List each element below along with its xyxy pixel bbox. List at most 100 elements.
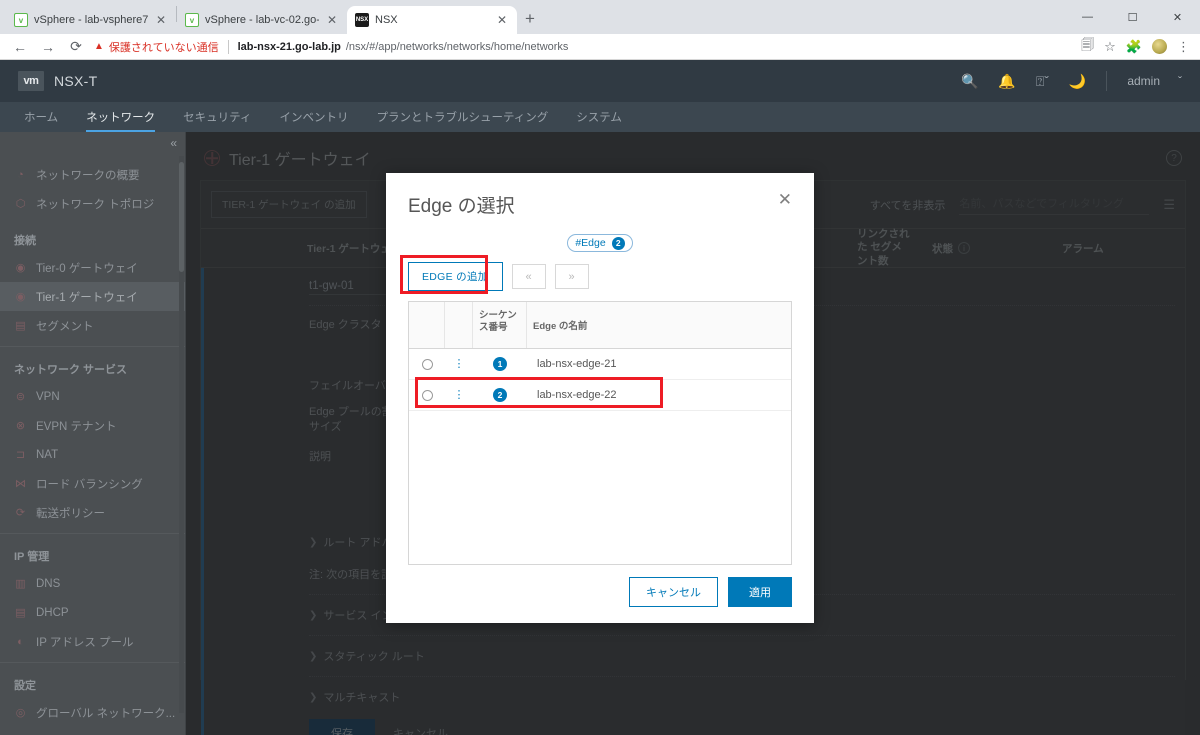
sidebar-item-dhcp[interactable]: ▤ DHCP — [0, 598, 185, 627]
sidebar-item-ip-address-pools[interactable]: ◐ IP アドレス プール — [0, 627, 185, 656]
maximize-button[interactable]: ☐ — [1110, 0, 1155, 34]
new-tab-button[interactable]: + — [525, 9, 535, 29]
move-up-button[interactable]: « — [511, 264, 546, 289]
chevron-right-icon: ❯ — [309, 650, 318, 662]
browser-tab-1[interactable]: v vSphere - lab-vsphere70-02-nsxt ✕ — [6, 6, 176, 34]
help-icon[interactable]: ⍰ˇ — [1036, 73, 1049, 90]
extensions-puzzle-icon[interactable]: 🧩 — [1126, 39, 1142, 55]
save-button[interactable]: 保存 — [309, 719, 375, 735]
filter-input[interactable]: 名前、パスなどでフィルタリング — [959, 195, 1150, 215]
window-close-button[interactable]: ✕ — [1155, 0, 1200, 34]
header-actions: 🔍 🔔 ⍰ˇ 🌙 admin ˇ — [961, 71, 1182, 91]
row-radio[interactable] — [421, 358, 433, 370]
move-down-button[interactable]: » — [554, 264, 589, 289]
panel-toolbar-right: すべてを非表示 名前、パスなどでフィルタリング ☰ — [870, 195, 1175, 215]
edge-count-chip-row: #Edge 2 — [408, 228, 792, 262]
kebab-menu-icon[interactable]: ⋮ — [454, 359, 465, 369]
edge-name: lab-nsx-edge-22 — [537, 389, 617, 401]
info-icon: i — [958, 242, 970, 254]
search-icon[interactable]: 🔍 — [961, 73, 978, 90]
url-path: /nsx/#/app/networks/networks/home/networ… — [345, 40, 569, 53]
kebab-menu-icon[interactable]: ⋮ — [1177, 39, 1190, 55]
sidebar-item-network-profiles[interactable]: ▢ ネットワーク プロファイル — [0, 727, 185, 735]
forward-icon[interactable]: → — [34, 35, 62, 59]
bell-icon[interactable]: 🔔 — [998, 73, 1015, 90]
browser-toolbar: ← → ⟳ ▲ 保護されていない通信 lab-nsx-21.go-lab.jp /… — [0, 34, 1200, 60]
dialog-header: Edge の選択 ✕ — [386, 173, 814, 222]
sidebar-item-segments[interactable]: ▤ セグメント — [0, 311, 185, 340]
close-icon[interactable]: ✕ — [778, 191, 792, 208]
dialog-cancel-button[interactable]: キャンセル — [629, 577, 718, 607]
nav-item-home[interactable]: ホーム — [10, 102, 72, 132]
browser-toolbar-actions: 🗐 ☆ 🧩 ⋮ — [1081, 36, 1194, 58]
sidebar-item-forwarding-policy[interactable]: ⟳ 転送ポリシー — [0, 498, 185, 527]
sidebar-item-network-overview[interactable]: ◔ ネットワークの概要 — [0, 160, 185, 189]
dialog-apply-button[interactable]: 適用 — [728, 577, 792, 607]
add-tier1-gateway-button[interactable]: TIER-1 ゲートウェイ の追加 — [211, 191, 367, 218]
user-menu[interactable]: admin ˇ — [1127, 74, 1182, 88]
add-edge-button[interactable]: EDGE の追加 — [408, 262, 503, 291]
row-radio[interactable] — [421, 389, 433, 401]
chevron-right-icon: ❯ — [309, 536, 318, 548]
close-icon[interactable]: ✕ — [325, 13, 339, 27]
sidebar-item-dns[interactable]: ▥ DNS — [0, 569, 185, 598]
dialog-footer: キャンセル 適用 — [386, 565, 814, 623]
nat-icon: ⊐ — [15, 449, 26, 461]
vmware-logo: vm — [18, 71, 44, 91]
sidebar-item-label: IP アドレス プール — [36, 636, 134, 649]
address-bar[interactable]: ▲ 保護されていない通信 lab-nsx-21.go-lab.jp/nsx/#/… — [94, 36, 1081, 58]
browser-tab-2[interactable]: v vSphere - lab-vc-02.go-lab.jp - U ✕ — [177, 6, 347, 34]
sidebar-scrollbar-thumb[interactable] — [179, 162, 184, 272]
browser-tab-3[interactable]: NSX NSX ✕ — [347, 6, 517, 34]
topology-icon: ⬡ — [15, 198, 26, 210]
close-icon[interactable]: ✕ — [495, 13, 509, 27]
sidebar-group-ip-management: IP 管理 — [14, 551, 50, 563]
sidebar-item-tier0-gateway[interactable]: ◉ Tier-0 ゲートウェイ — [0, 253, 185, 282]
sidebar-item-tier1-gateway[interactable]: ◉ Tier-1 ゲートウェイ — [0, 282, 185, 311]
divider — [309, 635, 1175, 637]
table-row[interactable]: ⋮ 2 lab-nsx-edge-22 — [409, 377, 791, 411]
table-row[interactable]: ⋮ 1 lab-nsx-edge-21 — [409, 349, 791, 380]
sidebar-item-load-balancing[interactable]: ⋈ ロード バランシング — [0, 469, 185, 498]
load-balancing-icon: ⋈ — [15, 478, 26, 490]
cancel-button[interactable]: キャンセル — [393, 725, 448, 735]
sidebar-item-network-topology[interactable]: ⬡ ネットワーク トポロジ — [0, 189, 185, 218]
nav-item-networking[interactable]: ネットワーク — [72, 102, 169, 132]
divider — [309, 676, 1175, 678]
reload-icon[interactable]: ⟳ — [62, 35, 90, 59]
user-name: admin — [1127, 74, 1160, 88]
chip-label: #Edge — [575, 237, 606, 249]
sidebar-item-global-networking[interactable]: ◎ グローバル ネットワーク... — [0, 698, 185, 727]
kebab-menu-icon[interactable]: ⋮ — [454, 390, 465, 400]
multicast-section[interactable]: ❯ マルチキャスト — [299, 681, 1185, 713]
product-name: NSX-T — [54, 73, 98, 89]
sidebar: « ◔ ネットワークの概要 ⬡ ネットワーク トポロジ 接続 ◉ Tier-0 … — [0, 132, 186, 735]
sidebar-item-evpn-tenant[interactable]: ⊗ EVPN テナント — [0, 411, 185, 440]
sidebar-item-nat[interactable]: ⊐ NAT — [0, 440, 185, 469]
profile-avatar[interactable] — [1152, 39, 1167, 54]
dark-mode-moon-icon[interactable]: 🌙 — [1069, 73, 1086, 90]
chip-count-badge: 2 — [611, 236, 625, 250]
help-icon[interactable]: ? — [1166, 150, 1182, 166]
minimize-button[interactable]: — — [1065, 0, 1110, 34]
nav-item-security[interactable]: セキュリティ — [169, 102, 265, 132]
sidebar-item-label: Tier-0 ゲートウェイ — [36, 262, 138, 275]
translate-icon[interactable]: 🗐 — [1081, 36, 1094, 58]
sidebar-collapse-icon[interactable]: « — [0, 132, 185, 154]
section-label: マルチキャスト — [323, 692, 401, 705]
bookmark-star-icon[interactable]: ☆ — [1104, 39, 1116, 55]
nav-item-system[interactable]: システム — [562, 102, 636, 132]
collapse-all-link[interactable]: すべてを非表示 — [870, 197, 946, 213]
static-routes-section[interactable]: ❯ スタティック ルート — [299, 640, 1185, 672]
col-sequence-number: シーケンス番号 — [473, 302, 527, 348]
back-icon[interactable]: ← — [6, 35, 34, 59]
sidebar-item-label: VPN — [36, 390, 60, 403]
sidebar-group-connectivity: 接続 — [14, 235, 36, 247]
filter-icon[interactable]: ☰ — [1163, 197, 1175, 213]
sidebar-item-vpn[interactable]: ⊜ VPN — [0, 382, 185, 411]
nav-item-plan-troubleshoot[interactable]: プランとトラブルシューティング — [362, 102, 562, 132]
tab-title: vSphere - lab-vc-02.go-lab.jp - U — [205, 14, 319, 26]
sidebar-item-label: EVPN テナント — [36, 420, 117, 433]
close-icon[interactable]: ✕ — [154, 13, 168, 27]
nav-item-inventory[interactable]: インベントリ — [265, 102, 362, 132]
